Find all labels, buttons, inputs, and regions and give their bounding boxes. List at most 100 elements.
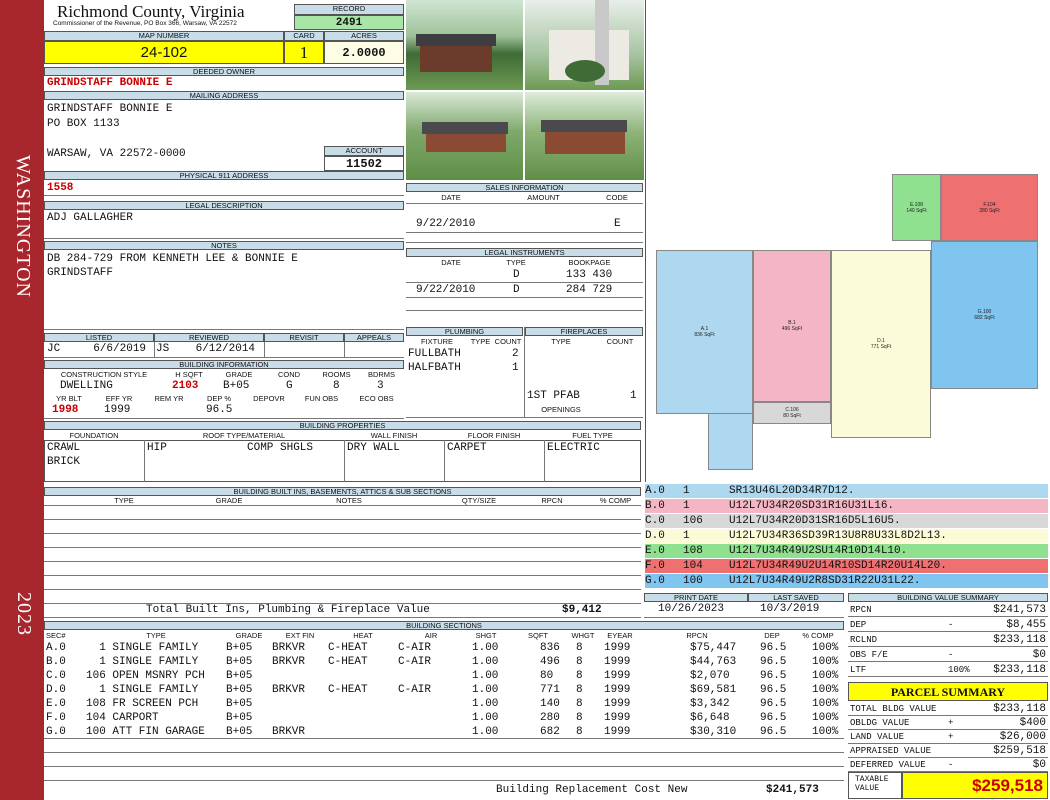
- sec-col-heat: HEAT: [353, 631, 373, 640]
- section-row: F.0 104 CARPORT B+05 1.00 280 8 1999 $6,648 96.5…: [46, 711, 840, 725]
- parcel-row: APPRAISED VALUE $259,518: [848, 744, 1048, 758]
- section-rpcn: $3,342: [690, 698, 730, 710]
- builtins-total-label: Total Built Ins, Plumbing & Fireplace Va…: [146, 604, 430, 616]
- property-photo-4: [525, 92, 644, 180]
- sales-col-date: DATE: [441, 193, 461, 202]
- legal-label: LEGAL DESCRIPTION: [44, 201, 404, 210]
- instr-bookpage-2: 284 729: [566, 284, 613, 296]
- value-summary-label: DEP: [850, 620, 867, 630]
- fireplaces-label: FIREPLACES: [525, 327, 643, 336]
- parcel-value: $400: [1019, 717, 1046, 729]
- bi-col-grade: GRADE: [215, 496, 243, 505]
- fuel-type: ELECTRIC: [547, 442, 600, 454]
- instr-type-1: D: [513, 269, 520, 281]
- sketch-room-a-ext: [708, 414, 753, 470]
- col-rooms: ROOMS: [322, 370, 351, 379]
- col-grade: GRADE: [225, 370, 253, 379]
- section-grade: B+05: [226, 656, 253, 668]
- building-info-label: BUILDING INFORMATION: [44, 360, 404, 369]
- legend-code: 1: [683, 530, 690, 542]
- section-grade: B+05: [226, 712, 253, 724]
- section-shgt: 1.00: [472, 670, 499, 682]
- sketch-room-g: G.100 682 SqFt: [931, 241, 1038, 389]
- section-grade: B+05: [226, 726, 253, 738]
- value-summary-row: OBS F/E - $0: [848, 648, 1048, 662]
- col-hsqft: H SQFT: [175, 370, 203, 379]
- bi-col-notes: NOTES: [336, 496, 362, 505]
- section-sqft: 80: [540, 670, 554, 682]
- notes-label: NOTES: [44, 241, 404, 250]
- parcel-sign: +: [948, 732, 954, 742]
- record-label: RECORD: [294, 4, 404, 15]
- section-eyear: 1999: [604, 656, 631, 668]
- section-sec: B.0: [46, 656, 66, 668]
- section-row: E.0 108 FR SCREEN PCH B+05 1.00 140 8 1999 $3,3…: [46, 697, 840, 711]
- legend-row: F.0 104 U12L7U34R49U2U14R10SD14R20U14L20.: [645, 559, 1048, 573]
- parcel-label: DEFERRED VALUE: [850, 760, 926, 770]
- property-photo-3: [406, 92, 523, 180]
- property-photo-2: [525, 0, 644, 90]
- section-dep: 96.5: [760, 684, 787, 696]
- section-air: C-AIR: [398, 656, 432, 668]
- value-summary-row: LTF 100% $233,118: [848, 663, 1048, 677]
- section-heat: C-HEAT: [328, 684, 368, 696]
- taxable-label-2: VALUE: [855, 784, 880, 793]
- section-dep: 96.5: [760, 712, 787, 724]
- legend-code: 108: [683, 545, 703, 557]
- section-shgt: 1.00: [472, 698, 499, 710]
- notes-line-2: GRINDSTAFF: [47, 267, 114, 279]
- sec-col-shgt: SHGT: [475, 631, 497, 640]
- col-cond: COND: [277, 370, 301, 379]
- instr-col-bookpage: BOOKPAGE: [568, 258, 611, 267]
- section-row: A.0 1 SINGLE FAMILY B+05 BRKVR C-HEAT C-AIR 1…: [46, 641, 840, 655]
- section-ext: BRKVR: [272, 656, 306, 668]
- taxable-label: TAXABLE VALUE: [848, 772, 902, 799]
- sec-col-ext: EXT FIN: [285, 631, 315, 640]
- physical-address: 1558: [47, 182, 74, 194]
- foundation-2: BRICK: [47, 456, 81, 468]
- section-dep: 96.5: [760, 656, 787, 668]
- sections-label: BUILDING SECTIONS: [44, 621, 844, 630]
- taxable-value: $259,518: [902, 772, 1048, 799]
- parcel-sign: +: [948, 718, 954, 728]
- notes-line-1: DB 284-729 FROM KENNETH LEE & BONNIE E: [47, 253, 298, 265]
- sec-col-whgt: WHGT: [571, 631, 595, 640]
- legend-sec: F.0: [645, 560, 665, 572]
- parcel-label: OBLDG VALUE: [850, 718, 910, 728]
- section-row: G.0 100 ATT FIN GARAGE B+05 BRKVR 1.00 682 8 19…: [46, 725, 840, 739]
- last-saved-label: LAST SAVED: [748, 593, 844, 602]
- section-whgt: 8: [576, 726, 583, 738]
- value-summary-sign: 100%: [948, 665, 970, 675]
- mailing-line-3: WARSAW, VA 22572-0000: [47, 148, 186, 160]
- revisit-label: REVISIT: [264, 333, 344, 342]
- parcel-row: TOTAL BLDG VALUE $233,118: [848, 702, 1048, 716]
- fp-openings-label: OPENINGS: [541, 405, 581, 414]
- acres-label: ACRES: [324, 31, 404, 41]
- section-row: C.0 106 OPEN MSNRY PCH B+05 1.00 80 8 1999 $2,0…: [46, 669, 840, 683]
- prop-col-wall: WALL FINISH: [370, 431, 418, 440]
- section-ext: BRKVR: [272, 684, 306, 696]
- commissioner-line: Commissioner of the Revenue, PO Box 366,…: [53, 20, 237, 27]
- parcel-summary-label: PARCEL SUMMARY: [848, 682, 1048, 701]
- col-dep: DEP %: [206, 394, 232, 403]
- sec-col-sqft: SQFT: [528, 631, 548, 640]
- bi-col-comp: % COMP: [599, 496, 632, 505]
- legend-row: C.0 106 U12L7U34R20D31SR16D5L16U5.: [645, 514, 1048, 528]
- prop-col-floor: FLOOR FINISH: [467, 431, 521, 440]
- account-number: 11502: [324, 156, 404, 171]
- section-whgt: 8: [576, 642, 583, 654]
- print-date-label: PRINT DATE: [644, 593, 748, 602]
- parcel-label: APPRAISED VALUE: [850, 746, 932, 756]
- value-summary-value: $233,118: [993, 664, 1046, 676]
- section-grade: B+05: [226, 698, 253, 710]
- bi-col-type: TYPE: [114, 496, 134, 505]
- fp-col-type: TYPE: [551, 337, 571, 346]
- section-eyear: 1999: [604, 670, 631, 682]
- section-whgt: 8: [576, 698, 583, 710]
- parcel-value: $0: [1032, 759, 1046, 771]
- section-row: B.0 1 SINGLE FAMILY B+05 BRKVR C-HEAT C-AIR 1…: [46, 655, 840, 669]
- col-depovr: DEPOVR: [253, 394, 285, 403]
- legend-desc: SR13U46L20D34R7D12.: [729, 485, 855, 497]
- section-whgt: 8: [576, 670, 583, 682]
- section-whgt: 8: [576, 684, 583, 696]
